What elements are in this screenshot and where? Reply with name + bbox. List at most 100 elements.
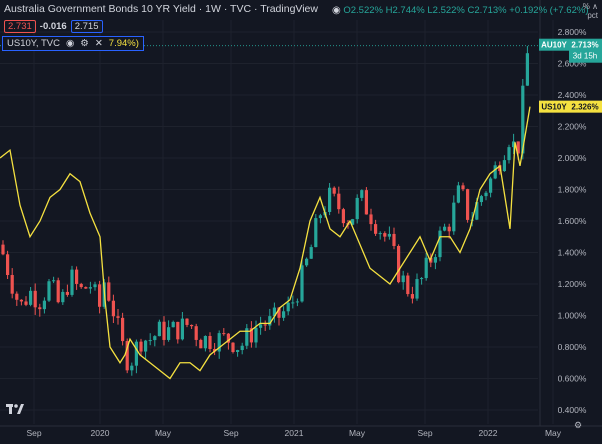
series-lines [0, 45, 538, 380]
x-tick-label: 2022 [479, 428, 498, 438]
y-tick-label: 0.800% [558, 342, 587, 352]
candle-up [415, 279, 419, 299]
candle-down [341, 209, 345, 224]
candle-up [134, 341, 138, 366]
candle-down [231, 342, 235, 352]
candle-up [286, 302, 290, 312]
y-tick-label: 1.400% [558, 248, 587, 258]
buy-price[interactable]: 2.715 [70, 20, 103, 33]
candle-down [337, 193, 341, 210]
symbol-title[interactable]: Australia Government Bonds 10 YR Yield ·… [4, 3, 318, 15]
x-tick-label: 2020 [91, 428, 110, 438]
candle-up [420, 278, 424, 280]
candle-up [300, 265, 304, 302]
candle-up [42, 300, 46, 310]
candle-up [318, 215, 322, 219]
y-tick-label: 1.000% [558, 311, 587, 321]
candle-down [79, 283, 83, 288]
candle-up [148, 340, 152, 342]
us10y-tag-value: 2.326% [571, 103, 598, 112]
candle-up [479, 196, 483, 203]
candle-down [199, 339, 203, 349]
x-tick-label: Sep [417, 428, 432, 438]
scale-top: % ∧ [582, 2, 598, 11]
candle-down [75, 269, 79, 284]
candle-up [438, 230, 442, 258]
candle-up [355, 197, 359, 220]
y-tick-label: 1.600% [558, 216, 587, 226]
eye-icon[interactable]: ◉ [332, 5, 341, 16]
candle-up [456, 185, 460, 203]
eye-icon[interactable]: ◉ [66, 38, 74, 49]
candle-down [19, 299, 23, 302]
au10y-price-tag: AU10Y 2.713% 3d 15h [539, 38, 602, 63]
candle-up [70, 269, 74, 295]
candle-up [259, 324, 263, 328]
candle-up [93, 284, 97, 288]
scale-label[interactable]: % ∧ pct [583, 2, 598, 20]
candle-up [424, 257, 428, 279]
change-value: +0.192% (+7.62%) [509, 5, 589, 16]
candle-up [525, 53, 529, 86]
candle-up [47, 281, 51, 301]
candle-up [88, 287, 92, 289]
candle-down [190, 324, 194, 327]
axes: 2.800%2.600%2.400%2.200%2.000%1.800%1.60… [0, 0, 602, 438]
candle-up [295, 301, 299, 303]
candle-down [15, 293, 19, 300]
candle-up [378, 233, 382, 235]
scale-unit: pct [587, 11, 598, 20]
au10y-tag-timer: 3d 15h [573, 52, 597, 61]
au10y-tag-label: AU10Y [541, 41, 567, 50]
candle-up [180, 318, 184, 340]
candle-down [466, 189, 470, 220]
y-tick-label: 0.400% [558, 405, 587, 415]
candle-down [332, 187, 336, 194]
candle-down [461, 185, 465, 190]
close-value: C2.713% [467, 5, 507, 16]
candle-down [121, 317, 125, 342]
candle-down [364, 190, 368, 215]
candle-down [447, 226, 451, 232]
candle-down [406, 275, 410, 295]
candle-down [383, 233, 387, 237]
candle-down [369, 214, 373, 225]
y-tick-label: 1.800% [558, 185, 587, 195]
candle-up [167, 327, 171, 340]
candle-down [10, 275, 14, 294]
candle-up [401, 275, 405, 283]
close-icon[interactable]: ✕ [95, 38, 103, 49]
candle-up [29, 290, 33, 305]
candle-down [176, 321, 180, 340]
x-tick-label: May [155, 428, 172, 438]
candle-up [52, 280, 56, 282]
candle-up [153, 336, 157, 341]
candle-down [374, 224, 378, 234]
x-tick-label: May [349, 428, 366, 438]
candle-up [130, 365, 134, 371]
candle-up [484, 192, 488, 197]
candle-up [291, 302, 295, 304]
candle-up [236, 350, 240, 352]
candle-down [116, 316, 120, 318]
candle-down [24, 301, 28, 305]
candle-up [171, 321, 175, 328]
compare-legend[interactable]: US10Y, TVC ◉ ⚙ ✕ 7.94%) [2, 36, 144, 51]
candle-down [6, 254, 10, 276]
candle-down [194, 326, 198, 340]
au10y-tag-value: 2.713% [571, 41, 598, 50]
settings-icon[interactable]: ⚙ [80, 38, 89, 49]
candle-down [392, 233, 396, 246]
candle-down [139, 341, 143, 352]
sell-price[interactable]: 2.731 [4, 20, 36, 33]
candle-up [360, 190, 364, 198]
price-row: 2.731 -0.016 2.715 [4, 20, 103, 33]
candle-down [222, 333, 226, 335]
candle-up [157, 321, 161, 337]
x-tick-label: Sep [223, 428, 238, 438]
chart-canvas[interactable]: 2.800%2.600%2.400%2.200%2.000%1.800%1.60… [0, 0, 602, 444]
candle-up [443, 226, 447, 231]
candle-down [38, 307, 42, 310]
y-tick-label: 2.000% [558, 153, 587, 163]
candle-up [507, 147, 511, 161]
